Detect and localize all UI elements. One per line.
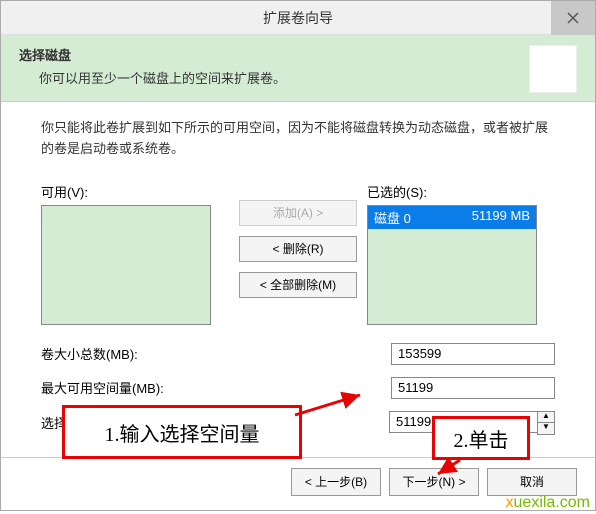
- available-column: 可用(V):: [41, 182, 229, 325]
- add-button[interactable]: 添加(A) >: [239, 200, 357, 226]
- transfer-buttons: 添加(A) > < 删除(R) < 全部删除(M): [239, 182, 357, 325]
- spinner-buttons: ▲ ▼: [537, 411, 555, 435]
- close-button[interactable]: [551, 1, 595, 35]
- total-size-label: 卷大小总数(MB):: [41, 344, 241, 363]
- next-button[interactable]: 下一步(N) >: [389, 468, 479, 496]
- spinner-down-button[interactable]: ▼: [538, 423, 554, 434]
- list-item[interactable]: 磁盘 0 51199 MB: [368, 206, 536, 229]
- selected-listbox[interactable]: 磁盘 0 51199 MB: [367, 205, 537, 325]
- close-icon: [567, 12, 579, 24]
- available-label: 可用(V):: [41, 182, 229, 201]
- remove-button[interactable]: < 删除(R): [239, 236, 357, 262]
- disk-size: 51199 MB: [472, 208, 530, 227]
- wizard-footer: < 上一步(B) 下一步(N) > 取消: [1, 457, 595, 510]
- available-listbox[interactable]: [41, 205, 211, 325]
- select-space-input[interactable]: [389, 411, 537, 433]
- wizard-header: 选择磁盘 你可以用至少一个磁盘上的空间来扩展卷。: [1, 35, 595, 102]
- cancel-button[interactable]: 取消: [487, 468, 577, 496]
- selected-column: 已选的(S): 磁盘 0 51199 MB: [367, 182, 555, 325]
- remove-all-button[interactable]: < 全部删除(M): [239, 272, 357, 298]
- max-space-value: 51199: [391, 377, 555, 399]
- size-fields: 卷大小总数(MB): 153599 最大可用空间量(MB): 51199 选择空…: [41, 343, 555, 435]
- back-button[interactable]: < 上一步(B): [291, 468, 381, 496]
- wizard-body: 你只能将此卷扩展到如下所示的可用空间，因为不能将磁盘转换为动态磁盘，或者被扩展的…: [1, 102, 595, 457]
- wizard-header-subtitle: 你可以用至少一个磁盘上的空间来扩展卷。: [39, 68, 577, 87]
- total-size-value: 153599: [391, 343, 555, 365]
- selected-label: 已选的(S):: [367, 182, 555, 201]
- disk-columns: 可用(V): 添加(A) > < 删除(R) < 全部删除(M) 已选的(S):…: [41, 182, 555, 325]
- dialog-title: 扩展卷向导: [263, 8, 333, 28]
- max-space-row: 最大可用空间量(MB): 51199: [41, 377, 555, 399]
- select-space-label: 选择空间量(MB)(E):: [41, 413, 241, 432]
- select-space-row: 选择空间量(MB)(E): ▲ ▼: [41, 411, 555, 435]
- max-space-label: 最大可用空间量(MB):: [41, 378, 241, 397]
- select-space-spinner: ▲ ▼: [389, 411, 555, 435]
- wizard-header-title: 选择磁盘: [19, 45, 577, 64]
- total-size-row: 卷大小总数(MB): 153599: [41, 343, 555, 365]
- wizard-header-icon: [529, 45, 577, 93]
- wizard-description: 你只能将此卷扩展到如下所示的可用空间，因为不能将磁盘转换为动态磁盘，或者被扩展的…: [41, 118, 555, 160]
- spinner-up-button[interactable]: ▲: [538, 412, 554, 423]
- disk-name: 磁盘 0: [374, 208, 411, 227]
- titlebar: 扩展卷向导: [1, 1, 595, 35]
- extend-volume-wizard-dialog: 扩展卷向导 选择磁盘 你可以用至少一个磁盘上的空间来扩展卷。 你只能将此卷扩展到…: [0, 0, 596, 511]
